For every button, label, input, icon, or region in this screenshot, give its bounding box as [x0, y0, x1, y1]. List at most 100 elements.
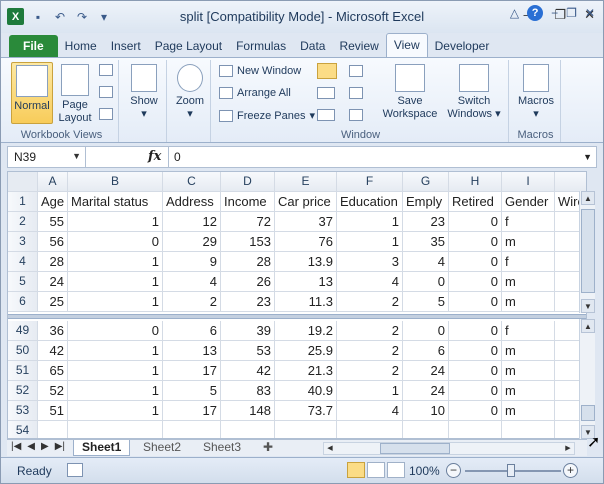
table-cell[interactable] [449, 421, 502, 438]
table-cell[interactable]: 4 [403, 252, 449, 272]
table-cell[interactable]: 6 [403, 341, 449, 361]
table-cell[interactable]: 1 [68, 272, 163, 292]
table-cell[interactable]: 1 [68, 401, 163, 421]
table-cell[interactable]: 13 [275, 272, 337, 292]
table-cell[interactable]: 2 [337, 341, 403, 361]
table-cell[interactable] [502, 421, 555, 438]
table-cell[interactable]: 153 [221, 232, 275, 252]
scroll-up-icon[interactable]: ▲ [581, 191, 595, 205]
normal-view-status-icon[interactable] [347, 462, 365, 478]
table-cell[interactable] [68, 421, 163, 438]
row-header[interactable]: 3 [8, 232, 38, 252]
reset-window-position-button[interactable] [349, 109, 363, 121]
table-cell[interactable]: 5 [403, 292, 449, 312]
table-cell[interactable]: 17 [163, 361, 221, 381]
col-header-E[interactable]: E [275, 172, 337, 192]
scroll-up-icon[interactable]: ▲ [581, 319, 595, 333]
row-header[interactable]: 2 [8, 212, 38, 232]
page-layout-view-button[interactable]: Page Layout [57, 62, 93, 124]
tab-formulas[interactable]: Formulas [229, 35, 293, 57]
table-cell[interactable]: Address [163, 192, 221, 212]
table-cell[interactable]: Gender [502, 192, 555, 212]
col-header-G[interactable]: G [403, 172, 449, 192]
table-cell[interactable]: 4 [337, 272, 403, 292]
custom-views-button[interactable] [99, 86, 113, 98]
col-header-D[interactable]: D [221, 172, 275, 192]
row-header[interactable]: 5 [8, 272, 38, 292]
new-window-button[interactable]: New Window [219, 65, 301, 77]
table-cell[interactable]: 26 [221, 272, 275, 292]
table-cell[interactable]: 40.9 [275, 381, 337, 401]
tab-view[interactable]: View [385, 33, 428, 57]
row-header[interactable]: 6 [8, 292, 38, 312]
table-cell[interactable]: 0 [449, 292, 502, 312]
col-header-F[interactable]: F [337, 172, 403, 192]
table-cell[interactable]: 4 [163, 272, 221, 292]
macros-button[interactable]: Macros ▾ [515, 62, 557, 124]
table-cell[interactable]: Retired [449, 192, 502, 212]
table-cell[interactable]: 2 [337, 361, 403, 381]
table-cell[interactable]: 13 [163, 341, 221, 361]
page-break-preview-button[interactable] [99, 64, 113, 76]
table-cell[interactable]: 42 [38, 341, 68, 361]
table-cell[interactable]: 0 [403, 272, 449, 292]
table-cell[interactable]: Marital status [68, 192, 163, 212]
save-workspace-button[interactable]: Save Workspace [379, 62, 441, 126]
table-cell[interactable]: m [502, 341, 555, 361]
expand-formula-bar-icon[interactable]: ▼ [583, 152, 592, 162]
table-cell[interactable] [403, 421, 449, 438]
worksheet-grid[interactable]: A B C D E F G H I 1 Age Marital status Addr… [7, 171, 587, 439]
zoom-slider-thumb[interactable] [507, 464, 515, 477]
tab-insert[interactable]: Insert [104, 35, 148, 57]
table-cell[interactable]: 25 [38, 292, 68, 312]
table-cell[interactable] [221, 421, 275, 438]
name-box-dropdown-icon[interactable]: ▼ [72, 151, 81, 161]
table-cell[interactable] [337, 421, 403, 438]
unhide-button[interactable] [317, 109, 335, 121]
table-cell[interactable]: 23 [403, 212, 449, 232]
col-header-B[interactable]: B [68, 172, 163, 192]
table-cell[interactable]: 76 [275, 232, 337, 252]
table-cell[interactable]: 0 [449, 401, 502, 421]
table-cell[interactable]: 10 [403, 401, 449, 421]
table-cell[interactable]: Education [337, 192, 403, 212]
row-header[interactable]: 50 [8, 341, 38, 361]
table-cell[interactable]: 2 [337, 292, 403, 312]
table-cell[interactable]: 1 [68, 252, 163, 272]
table-cell[interactable]: 1 [68, 212, 163, 232]
top-pane-scrollbar[interactable]: ▲ ▼ [579, 191, 595, 313]
table-cell[interactable]: Emply [403, 192, 449, 212]
table-cell[interactable]: 0 [403, 321, 449, 341]
table-cell[interactable]: 1 [337, 212, 403, 232]
formula-input[interactable]: 0 [174, 150, 181, 164]
table-cell[interactable]: f [502, 212, 555, 232]
table-cell[interactable]: 24 [403, 381, 449, 401]
table-cell[interactable]: Income [221, 192, 275, 212]
row-header[interactable]: 1 [8, 192, 38, 212]
show-button[interactable]: Show ▾ [125, 62, 163, 124]
scroll-left-icon[interactable]: ◀ [324, 443, 336, 454]
table-cell[interactable] [38, 421, 68, 438]
table-cell[interactable]: 36 [38, 321, 68, 341]
table-cell[interactable]: 51 [38, 401, 68, 421]
scroll-down-icon[interactable]: ▼ [581, 299, 595, 313]
table-cell[interactable]: 65 [38, 361, 68, 381]
freeze-panes-button[interactable]: Freeze Panes ▾ [219, 109, 315, 122]
split-bar[interactable] [8, 314, 586, 319]
table-cell[interactable]: 28 [221, 252, 275, 272]
col-header-J[interactable] [555, 172, 586, 192]
sheet-tab-sheet3[interactable]: Sheet3 [195, 440, 249, 456]
help-icon[interactable]: ? [527, 5, 544, 21]
table-cell[interactable]: 0 [68, 232, 163, 252]
synchronous-scrolling-button[interactable] [349, 87, 363, 99]
table-cell[interactable]: 28 [38, 252, 68, 272]
switch-windows-button[interactable]: Switch Windows ▾ [443, 62, 505, 126]
sheet-tab-sheet2[interactable]: Sheet2 [135, 440, 189, 456]
row-header[interactable]: 49 [8, 321, 38, 341]
table-cell[interactable]: 1 [68, 341, 163, 361]
bottom-pane-scrollbar[interactable]: ▲ ▼ [579, 319, 595, 439]
horizontal-scrollbar[interactable]: ◀ ▶ [323, 442, 575, 455]
table-cell[interactable]: 148 [221, 401, 275, 421]
table-cell[interactable]: 4 [337, 401, 403, 421]
table-cell[interactable]: 0 [449, 272, 502, 292]
